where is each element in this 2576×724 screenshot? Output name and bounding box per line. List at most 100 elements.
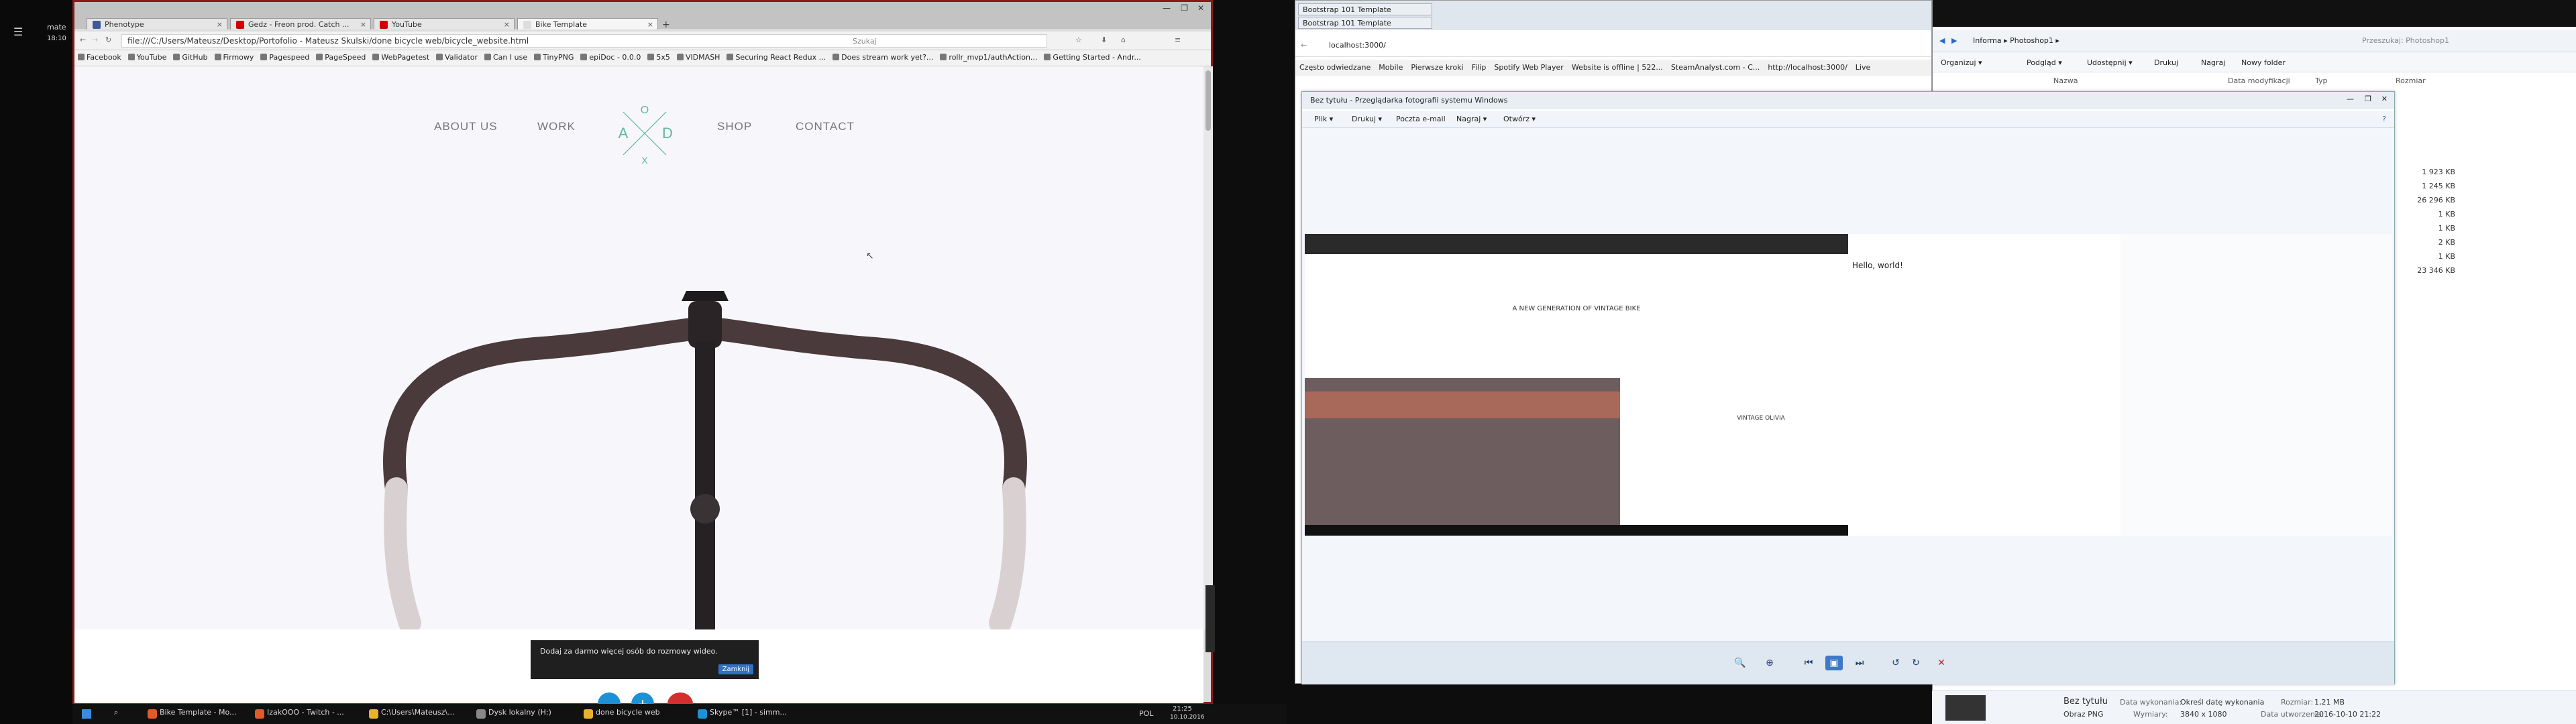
rotate-right-icon[interactable]: ↻	[1907, 656, 1925, 670]
scrollbar-thumb[interactable]	[1205, 70, 1211, 131]
back-icon[interactable]: ←	[1301, 41, 1307, 50]
zoom-icon[interactable]: 🔍	[1731, 656, 1749, 670]
tab-bike-template[interactable]: Bike Template ×	[517, 18, 658, 29]
bookmark-item[interactable]: Getting Started - Andr...	[1044, 53, 1141, 62]
menu-icon[interactable]: ≡	[1175, 36, 1181, 44]
favorite-item[interactable]: http://localhost:3000/	[1768, 63, 1847, 72]
menu-file[interactable]: Plik ▾	[1314, 115, 1333, 123]
secondary-address-bar[interactable]: localhost:3000/	[1329, 41, 1386, 50]
col-date[interactable]: Data modyfikacji	[2228, 76, 2290, 85]
search-icon[interactable]: ⌕	[114, 708, 118, 717]
star-icon[interactable]: ☆	[1075, 36, 1082, 44]
bookmark-item[interactable]: Does stream work yet?...	[833, 53, 933, 62]
new-folder-button[interactable]: Nowy folder	[2241, 58, 2286, 67]
menu-print[interactable]: Drukuj ▾	[1352, 115, 1382, 123]
bookmark-item[interactable]: Can I use	[484, 53, 527, 62]
close-icon[interactable]: ×	[504, 20, 510, 29]
actual-size-icon[interactable]: ⊕	[1761, 656, 1778, 670]
bookmark-item[interactable]: Firmowy	[214, 53, 254, 62]
forward-icon[interactable]: →	[92, 36, 98, 44]
organize-button[interactable]: Organizuj ▾	[1941, 58, 1982, 67]
rotate-left-icon[interactable]: ↺	[1887, 656, 1904, 670]
close-icon[interactable]: ✕	[2381, 95, 2387, 103]
bookmark-item[interactable]: TinyPNG	[534, 53, 574, 62]
favorite-item[interactable]: Pierwsze kroki	[1411, 63, 1463, 72]
next-icon[interactable]: ⏭	[1851, 656, 1868, 670]
nav-work[interactable]: WORK	[537, 120, 576, 133]
close-icon[interactable]: ×	[647, 20, 653, 29]
site-logo[interactable]: O A D X	[611, 100, 678, 167]
language-indicator[interactable]: POL	[1139, 709, 1153, 718]
favorite-item[interactable]: Website is offline | 522...	[1572, 63, 1663, 72]
nav-about-us[interactable]: ABOUT US	[434, 120, 498, 133]
bookmark-item[interactable]: Facebook	[78, 53, 121, 62]
tab-bootstrap-2[interactable]: Bootstrap 101 Template	[1298, 17, 1432, 29]
favorite-item[interactable]: Spotify Web Player	[1494, 63, 1563, 72]
share-button[interactable]: Udostępnij ▾	[2087, 58, 2133, 67]
help-icon[interactable]: ?	[2382, 115, 2386, 123]
preview-button[interactable]: Podgląd ▾	[2027, 58, 2062, 67]
col-name[interactable]: Nazwa	[2053, 76, 2078, 85]
menu-email[interactable]: Poczta e-mail	[1396, 115, 1446, 123]
slideshow-icon[interactable]: ▣	[1825, 656, 1843, 670]
taskbar-item[interactable]: IzakOOO - Twitch - ...	[254, 708, 344, 720]
col-size[interactable]: Rozmiar	[2396, 76, 2426, 85]
taskbar-item[interactable]: C:\Users\Mateusz\...	[368, 708, 455, 720]
forward-icon[interactable]: ▶	[1951, 36, 1957, 45]
bookmark-item[interactable]: Validator	[436, 53, 478, 62]
bookmark-item[interactable]: Pagespeed	[260, 53, 309, 62]
back-icon[interactable]: ←	[80, 36, 86, 44]
close-window-icon[interactable]: ✕	[1197, 3, 1204, 13]
address-bar[interactable]: file:///C:/Users/Mateusz/Desktop/Portofo…	[121, 34, 1047, 48]
bookmark-item[interactable]: Securing React Redux ...	[727, 53, 826, 62]
taskbar-item[interactable]: Skype™ [1] - simm...	[696, 708, 787, 720]
delete-icon[interactable]: ✕	[1933, 656, 1950, 670]
bookmark-item[interactable]: GitHub	[173, 53, 208, 62]
bookmark-item[interactable]: YouTube	[127, 53, 166, 62]
close-icon[interactable]: ×	[217, 20, 223, 29]
taskbar-item[interactable]: Dysk lokalny (H:)	[475, 708, 551, 720]
tab-youtube[interactable]: YouTube ×	[374, 18, 515, 29]
nav-contact[interactable]: CONTACT	[796, 120, 855, 133]
menu-burn[interactable]: Nagraj ▾	[1456, 115, 1487, 123]
favorite-item[interactable]: Live	[1856, 63, 1870, 72]
favorite-item[interactable]: Mobile	[1379, 63, 1403, 72]
taskbar-item[interactable]: Bike Template - Mo...	[146, 708, 237, 720]
previous-icon[interactable]: ⏮	[1800, 656, 1817, 670]
menu-icon[interactable]: ☰	[13, 25, 23, 38]
windows-start-icon[interactable]	[82, 709, 91, 719]
print-button[interactable]: Drukuj	[2154, 58, 2178, 67]
close-icon[interactable]: ×	[360, 20, 366, 29]
page-scrollbar[interactable]	[1203, 66, 1213, 629]
notification-close-button[interactable]: Zamknij	[718, 664, 753, 674]
search-input[interactable]: Szukaj	[853, 37, 877, 46]
reload-icon[interactable]: ↻	[105, 36, 111, 44]
favorite-item[interactable]: Filip	[1472, 63, 1487, 72]
tab-gedz[interactable]: Gedz - Freon prod. Catch ... ×	[230, 18, 371, 29]
explorer-search[interactable]: Przeszukaj: Photoshop1	[2362, 36, 2449, 45]
back-icon[interactable]: ◀	[1939, 36, 1945, 45]
bookmark-item[interactable]: 5x5	[647, 53, 670, 62]
nav-shop[interactable]: SHOP	[717, 120, 752, 133]
bookmark-item[interactable]: PageSpeed	[316, 53, 366, 62]
clock-date[interactable]: 10.10.2016	[1170, 714, 1205, 721]
burn-button[interactable]: Nagraj	[2201, 58, 2225, 67]
favorite-item[interactable]: SteamAnalyst.com - C...	[1671, 63, 1760, 72]
menu-open[interactable]: Otwórz ▾	[1503, 115, 1536, 123]
minimize-icon[interactable]: —	[1163, 3, 1171, 13]
favorite-item[interactable]: Często odwiedzane	[1299, 63, 1371, 72]
maximize-icon[interactable]: ❐	[2365, 95, 2371, 103]
download-icon[interactable]: ⬇	[1101, 36, 1107, 44]
detail-date-taken[interactable]: Określ datę wykonania	[2180, 698, 2264, 707]
bookmark-item[interactable]: VIDMASH	[676, 53, 720, 62]
bookmark-item[interactable]: WebPagetest	[372, 53, 429, 62]
bookmark-item[interactable]: rollr_mvp1/authAction...	[940, 53, 1037, 62]
taskbar-item[interactable]: done bicycle web	[582, 708, 660, 720]
home-icon[interactable]: ⌂	[1121, 36, 1126, 44]
tab-phenotype[interactable]: Phenotype ×	[87, 18, 227, 29]
clock-time[interactable]: 21:25	[1173, 705, 1192, 713]
minimize-icon[interactable]: —	[2347, 95, 2354, 103]
maximize-icon[interactable]: ❐	[1181, 3, 1188, 13]
bookmark-item[interactable]: epiDoc - 0.0.0	[580, 53, 641, 62]
new-tab-icon[interactable]: +	[662, 19, 670, 30]
